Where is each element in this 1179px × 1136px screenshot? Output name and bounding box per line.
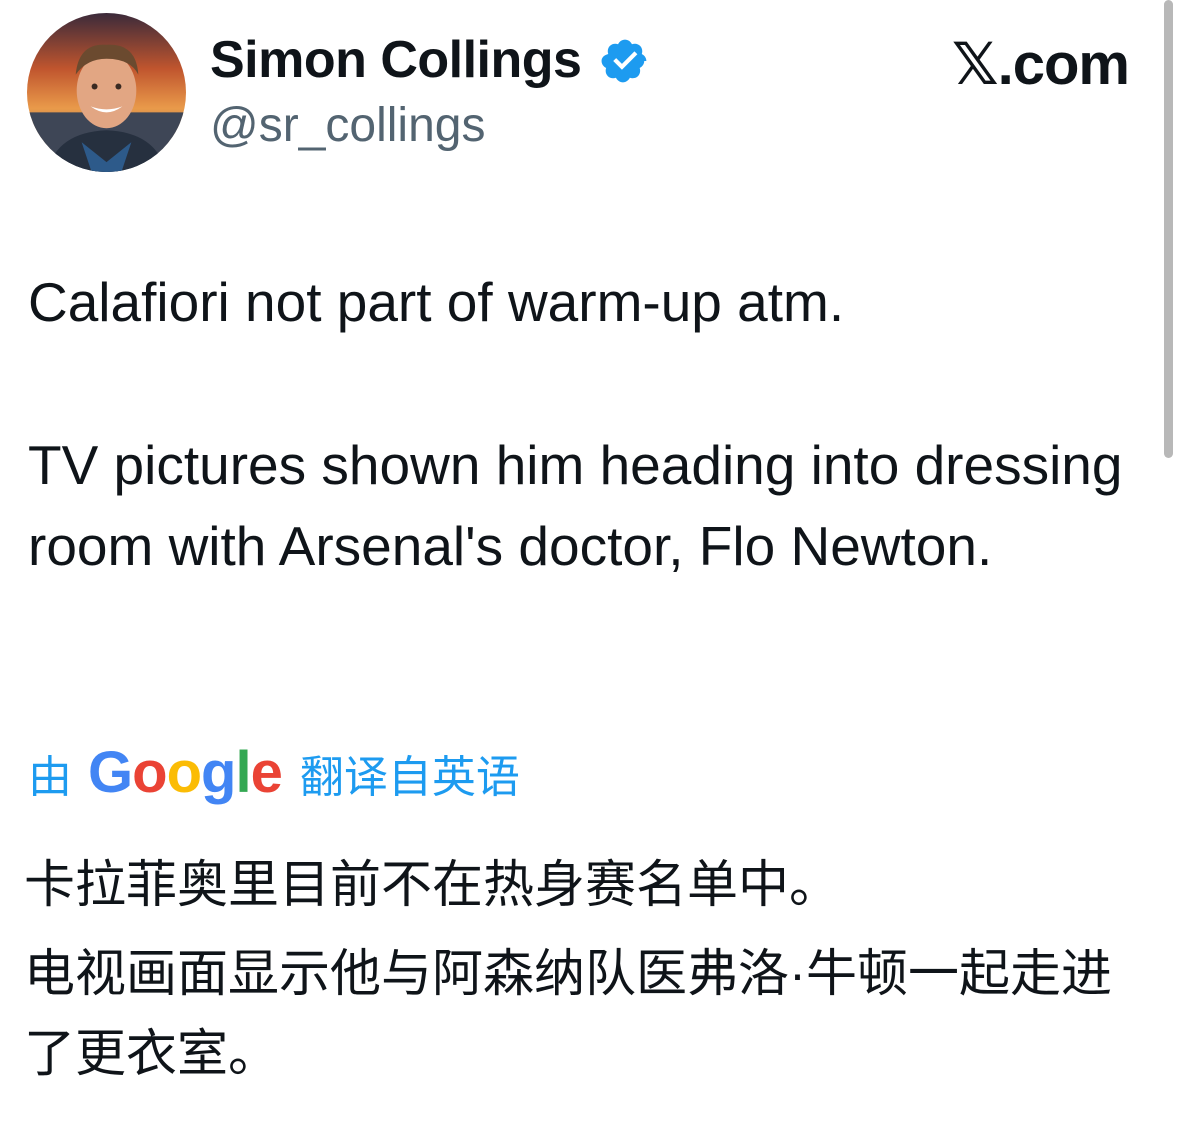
translation-prefix: 由 (28, 753, 72, 802)
author-handle[interactable]: @sr_collings (210, 96, 485, 156)
google-letter: l (235, 740, 251, 805)
google-letter: G (88, 740, 133, 805)
tweet-body: Calafiori not part of warm-up atm. TV pi… (28, 262, 1138, 587)
author-avatar[interactable] (27, 13, 186, 172)
author-display-name[interactable]: Simon Collings (210, 28, 582, 92)
tweet-screenshot: Simon Collings @sr_collings 𝕏.com Calafi… (0, 0, 1179, 1136)
tweet-paragraph: Calafiori not part of warm-up atm. (28, 271, 845, 333)
x-com-logo: 𝕏.com (951, 32, 1130, 97)
translated-body: 卡拉菲奥里目前不在热身赛名单中。 电视画面显示他与阿森纳队医弗洛·牛顿一起走进了… (24, 845, 1134, 1094)
verified-badge-icon (601, 39, 647, 83)
avatar-photo (27, 13, 186, 172)
translated-paragraph: 卡拉菲奥里目前不在热身赛名单中。 (24, 856, 841, 913)
google-logo: Google (88, 738, 283, 808)
google-letter: e (250, 740, 283, 805)
tweet-paragraph: TV pictures shown him heading into dress… (28, 434, 1123, 577)
google-letter: o (166, 740, 202, 805)
scrollbar-thumb[interactable] (1164, 0, 1173, 458)
google-letter: o (132, 740, 167, 805)
google-letter: g (201, 740, 236, 805)
translation-suffix: 翻译自英语 (299, 753, 520, 802)
translation-attribution[interactable]: 由 Google 翻译自英语 (28, 738, 520, 808)
translated-paragraph: 电视画面显示他与阿森纳队医弗洛·牛顿一起走进了更衣室。 (24, 945, 1112, 1082)
